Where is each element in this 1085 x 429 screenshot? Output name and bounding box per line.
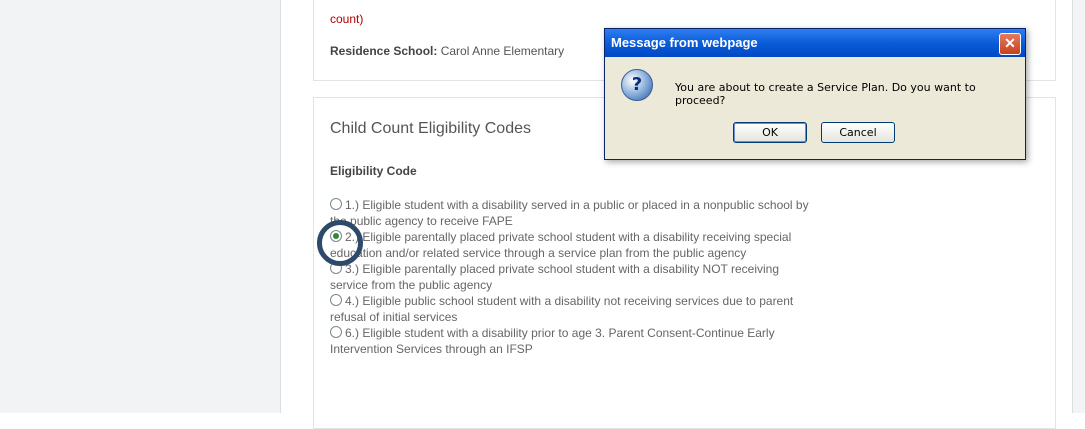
- eligibility-option-3[interactable]: 3.) Eligible parentally placed private s…: [330, 261, 810, 293]
- option-3-label: 3.) Eligible parentally placed private s…: [330, 262, 779, 292]
- right-scroll-rail[interactable]: [1072, 0, 1085, 413]
- residence-label: Residence School:: [330, 44, 438, 58]
- eligibility-option-4[interactable]: 4.) Eligible public school student with …: [330, 293, 810, 325]
- eligibility-option-1[interactable]: 1.) Eligible student with a disability s…: [330, 197, 810, 229]
- radio-option-4[interactable]: [330, 294, 342, 306]
- highlight-circle-annotation: [317, 220, 363, 266]
- residence-value: Carol Anne Elementary: [440, 44, 565, 58]
- radio-option-1[interactable]: [330, 198, 342, 210]
- eligibility-code-label: Eligibility Code: [330, 164, 417, 178]
- dialog-message: You are about to create a Service Plan. …: [675, 81, 976, 107]
- eligibility-options: 1.) Eligible student with a disability s…: [330, 197, 810, 357]
- ok-button[interactable]: OK: [733, 122, 807, 143]
- radio-option-6[interactable]: [330, 326, 342, 338]
- residence-school: Residence School: Carol Anne Elementary: [330, 44, 564, 58]
- section-title: Child Count Eligibility Codes: [330, 120, 531, 137]
- left-sidebar: [0, 0, 281, 413]
- dialog-titlebar[interactable]: Message from webpage ✕: [605, 29, 1025, 57]
- option-6-label: 6.) Eligible student with a disability p…: [330, 326, 775, 356]
- confirm-dialog: Message from webpage ✕ ? You are about t…: [604, 28, 1026, 160]
- eligibility-option-2[interactable]: 2.) Eligible parentally placed private s…: [330, 229, 810, 261]
- eligibility-option-6[interactable]: 6.) Eligible student with a disability p…: [330, 325, 810, 357]
- close-icon[interactable]: ✕: [999, 33, 1021, 55]
- dialog-title: Message from webpage: [611, 35, 758, 50]
- option-4-label: 4.) Eligible public school student with …: [330, 294, 794, 324]
- option-1-label: 1.) Eligible student with a disability s…: [330, 198, 809, 228]
- option-2-label: 2.) Eligible parentally placed private s…: [330, 230, 792, 260]
- question-icon: ?: [621, 69, 653, 101]
- count-text: count): [330, 12, 364, 26]
- cancel-button[interactable]: Cancel: [821, 122, 895, 143]
